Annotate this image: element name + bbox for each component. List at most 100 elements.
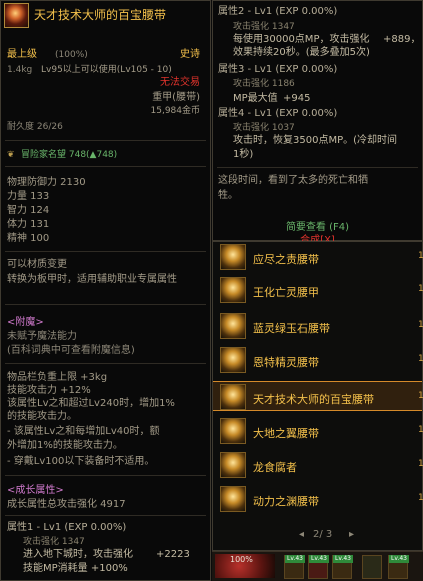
list-item-label: 应尽之责腰带 xyxy=(253,253,319,266)
option-line: 技能攻击力 +12% xyxy=(7,385,91,396)
growth-attr1-line: 进入地下城时，攻击强化 xyxy=(23,549,133,560)
trade-status: 无法交易 xyxy=(160,77,200,88)
adventure-fame-icon: ❦ xyxy=(7,150,15,160)
material-change-desc: 转换为板甲时，适用辅助职业专属属性 xyxy=(7,274,177,285)
item-type: 重甲(腰带) xyxy=(152,92,200,103)
list-item-count: 1( xyxy=(418,320,423,330)
item-tooltip-right: 属性2 - Lv1 (EXP 0.00%) 攻击强化 1347 每使用30000… xyxy=(212,0,423,246)
item-price: 15,984金币 xyxy=(150,106,201,116)
list-item-label: 龙食腐者 xyxy=(253,461,297,474)
growth-attr4-title: 属性4 - Lv1 (EXP 0.00%) xyxy=(218,108,338,119)
quickslot[interactable] xyxy=(362,555,382,579)
belt-icon xyxy=(220,347,246,373)
list-item-selected[interactable]: 天才技术大师的百宝腰带 1( xyxy=(213,381,423,411)
growth-attr3-value: +945 xyxy=(283,93,311,104)
list-item-label: 大地之翼腰带 xyxy=(253,427,319,440)
growth-attr2-line: 每使用30000点MP，攻击强化 xyxy=(233,34,370,45)
growth-attr4-line: 1秒) xyxy=(233,149,254,160)
list-item[interactable]: 龙食腐者 1( xyxy=(213,450,423,480)
growth-attr1-line: 技能MP消耗量 +100% xyxy=(23,563,128,574)
grade-label: 最上级 xyxy=(7,49,37,60)
belt-icon xyxy=(220,244,246,270)
enchant-desc: 未赋予魔法能力 xyxy=(7,331,77,342)
flavor-text: 这段时间，看到了太多的死亡和牺 xyxy=(218,175,368,186)
list-item[interactable]: 动力之渊腰带 1( xyxy=(213,484,423,514)
list-item-count: 1( xyxy=(418,493,423,503)
list-item[interactable]: 大地之翼腰带 1( xyxy=(213,416,423,446)
growth-attr4-line: 攻击强化 1037 xyxy=(233,123,295,133)
material-change-title: 可以材质变更 xyxy=(7,259,67,270)
grade-percent: (100%) xyxy=(55,50,88,60)
prev-page-arrow-icon[interactable]: ◂ xyxy=(299,529,304,541)
flavor-text: 牲。 xyxy=(218,190,238,201)
list-item-label: 天才技术大师的百宝腰带 xyxy=(253,393,374,406)
belt-icon xyxy=(220,486,246,512)
growth-attr2-line: 效果持续20秒。(最多叠加5次) xyxy=(233,47,370,58)
level-badge: Lv.43 xyxy=(285,555,305,563)
growth-attr3-line: MP最大值 xyxy=(233,93,278,104)
list-item-count: 1( xyxy=(418,391,423,401)
list-item[interactable]: 王化亡灵腰甲 1( xyxy=(213,275,423,305)
belt-icon xyxy=(4,3,29,28)
hp-percent: 100% xyxy=(230,555,253,564)
stat-strength: 力量 133 xyxy=(7,191,50,202)
list-item-count: 1( xyxy=(418,251,423,261)
divider xyxy=(5,140,206,141)
growth-attr3-line: 攻击强化 1186 xyxy=(233,79,295,89)
level-badge: Lv.43 xyxy=(309,555,329,563)
quickslot[interactable]: Lv.43 xyxy=(332,555,353,579)
growth-attr2-value: +889， xyxy=(383,34,421,45)
growth-attr1-line: 攻击强化 1347 xyxy=(23,537,85,547)
list-item[interactable]: 蓝灵绿玉石腰带 1( xyxy=(213,311,423,341)
divider xyxy=(5,304,206,305)
quickslot[interactable]: Lv.43 xyxy=(388,555,409,579)
belt-icon xyxy=(220,452,246,478)
item-title: 天才技术大师的百宝腰带 xyxy=(34,8,167,22)
option-line: - 该属性Lv之和每增加Lv40时，额 xyxy=(7,426,160,437)
list-item-label: 恩特精灵腰带 xyxy=(253,356,319,369)
item-weight: 1.4kg xyxy=(7,65,33,75)
growth-attr4-line: 攻击时，恢复3500点MP。(冷却时间 xyxy=(233,135,398,146)
quickslot[interactable]: Lv.43 xyxy=(284,555,305,579)
growth-attr1-title: 属性1 - Lv1 (EXP 0.00%) xyxy=(7,522,127,533)
growth-title: <成长属性> xyxy=(7,485,64,496)
list-item-count: 1( xyxy=(418,354,423,364)
hud-bottom-bar: 100% Lv.43 Lv.43 Lv.43 Lv.43 xyxy=(212,551,423,581)
list-item-count: 1( xyxy=(418,425,423,435)
quickslot[interactable]: Lv.43 xyxy=(308,555,329,579)
belt-icon xyxy=(220,277,246,303)
belt-icon xyxy=(220,313,246,339)
stat-defense: 物理防御力 2130 xyxy=(7,177,86,188)
stat-intelligence: 智力 124 xyxy=(7,205,50,216)
divider xyxy=(5,363,206,364)
divider xyxy=(217,167,418,168)
list-item-count: 1( xyxy=(418,284,423,294)
adventure-fame: 冒险家名望 748(▲748) xyxy=(21,150,118,160)
growth-total: 成长属性总攻击强化 4917 xyxy=(7,499,126,510)
list-item-label: 王化亡灵腰甲 xyxy=(253,286,319,299)
growth-attr3-title: 属性3 - Lv1 (EXP 0.00%) xyxy=(218,64,338,75)
enchant-title: <附魔> xyxy=(7,317,44,328)
page-indicator: 2/ 3 xyxy=(313,529,333,540)
divider xyxy=(5,475,206,476)
divider xyxy=(5,166,206,167)
enchant-hint: (百科词典中可查看附魔信息) xyxy=(7,345,135,356)
list-item[interactable]: 恩特精灵腰带 1( xyxy=(213,345,423,375)
next-page-arrow-icon[interactable]: ▸ xyxy=(349,529,354,541)
option-line: 物品栏负重上限 +3kg xyxy=(7,372,108,383)
growth-attr2-line: 攻击强化 1347 xyxy=(233,22,295,32)
option-line: 的技能攻击力。 xyxy=(7,411,77,422)
durability: 耐久度 26/26 xyxy=(7,122,63,132)
divider xyxy=(5,251,206,252)
item-list: 应尽之责腰带 1( 王化亡灵腰甲 1( 蓝灵绿玉石腰带 1( 恩特精灵腰带 1(… xyxy=(212,241,423,551)
divider xyxy=(5,515,206,516)
list-item-label: 蓝灵绿玉石腰带 xyxy=(253,322,330,335)
growth-attr2-title: 属性2 - Lv1 (EXP 0.00%) xyxy=(218,6,338,17)
rarity-label: 史诗 xyxy=(180,49,200,60)
level-badge: Lv.43 xyxy=(333,555,353,563)
level-requirement: Lv95以上可以使用(Lv105 - 10) xyxy=(41,65,172,75)
list-item[interactable]: 应尽之责腰带 1( xyxy=(213,242,423,272)
item-tooltip-left: 天才技术大师的百宝腰带 最上级 (100%) 史诗 1.4kg Lv95以上可以… xyxy=(0,0,211,581)
list-item-count: 1( xyxy=(418,459,423,469)
stat-spirit: 精神 100 xyxy=(7,233,50,244)
